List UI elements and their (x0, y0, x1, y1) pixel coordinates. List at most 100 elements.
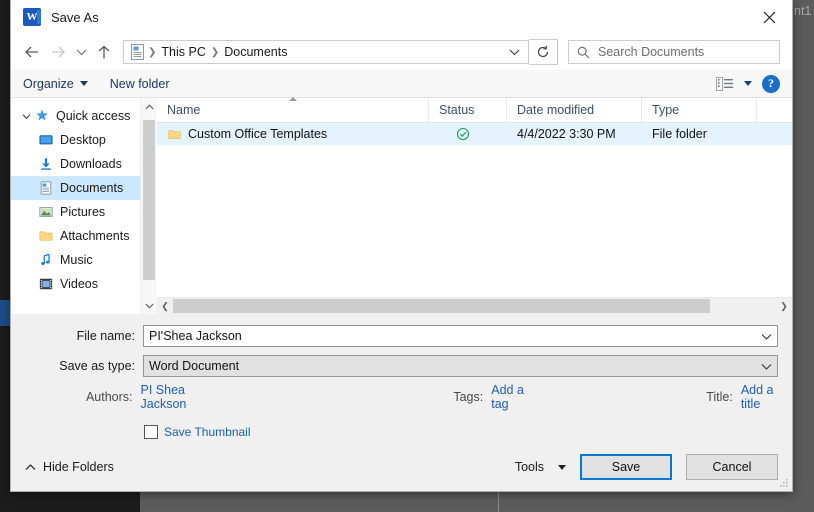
save-as-type-value: Word Document (149, 359, 239, 373)
type-cell: File folder (642, 127, 757, 141)
recent-locations-chevron-icon[interactable] (71, 39, 91, 65)
tools-button[interactable]: Tools (501, 460, 580, 474)
scroll-up-arrow-icon[interactable] (141, 98, 157, 115)
command-bar: Organize New folder ? (11, 70, 792, 98)
background-divider (498, 492, 499, 512)
search-input[interactable]: Search Documents (568, 40, 780, 64)
metadata-row: Authors: PI Shea Jackson Tags: Add a tag… (11, 384, 792, 410)
tags-value[interactable]: Add a tag (491, 383, 540, 411)
available-offline-check-icon (455, 127, 471, 141)
breadcrumb-documents[interactable]: Documents (220, 45, 291, 59)
navigation-bar: ❯ This PC ❯ Documents Search Documents (11, 34, 792, 70)
column-header-status[interactable]: Status (429, 98, 507, 122)
hscroll-thumb[interactable] (173, 299, 710, 313)
column-header-name[interactable]: Name (157, 98, 429, 122)
sidebar-scrollbar[interactable] (140, 98, 157, 314)
table-row[interactable]: Custom Office Templates 4/4/2022 3:30 PMF… (157, 123, 792, 145)
hscroll-track[interactable] (173, 298, 776, 314)
refresh-icon[interactable] (529, 39, 558, 65)
sidebar-item-videos[interactable]: Videos (11, 272, 157, 296)
scroll-right-arrow-icon[interactable]: ❯ (776, 301, 792, 312)
hide-folders-button[interactable]: Hide Folders (25, 460, 114, 474)
file-name-label: File name: (11, 329, 143, 343)
sidebar-item-desktop[interactable]: Desktop (11, 128, 157, 152)
address-dropdown-chevron-down-icon[interactable] (502, 41, 526, 63)
save-button[interactable]: Save (580, 454, 672, 480)
save-form: File name: PI'Shea Jackson Save as type:… (11, 314, 792, 446)
hide-folders-label: Hide Folders (43, 460, 114, 474)
title-label: Title: (706, 390, 733, 404)
file-name-chevron-down-icon[interactable] (755, 326, 777, 346)
file-list: NameStatusDate modifiedType Custom Offic… (157, 98, 792, 314)
cancel-label: Cancel (713, 460, 752, 474)
tags-label: Tags: (453, 390, 483, 404)
sidebar-item-music[interactable]: Music (11, 248, 157, 272)
new-folder-button[interactable]: New folder (110, 77, 170, 91)
navigation-sidebar: Quick access DesktopDownloads Documents Pic… (11, 98, 157, 314)
sort-ascending-icon (289, 97, 297, 101)
save-as-dialog: W Save As ❯ This PC (10, 0, 793, 492)
date-modified-cell: 4/4/2022 3:30 PM (507, 127, 642, 141)
file-name-cell[interactable]: Custom Office Templates (157, 127, 429, 141)
save-thumbnail-checkbox[interactable] (144, 425, 158, 439)
tools-label: Tools (515, 460, 544, 474)
address-bar[interactable]: ❯ This PC ❯ Documents (123, 40, 529, 64)
background-document-title: nt1 (794, 4, 814, 18)
scroll-down-arrow-icon[interactable] (141, 297, 157, 314)
file-name-row: File name: PI'Shea Jackson (11, 324, 792, 348)
folder-icon (38, 229, 54, 243)
help-button[interactable]: ? (762, 75, 780, 93)
save-as-type-label: Save as type: (11, 359, 143, 373)
sidebar-item-label: Attachments (60, 229, 129, 243)
videos-film-icon (38, 277, 54, 291)
sidebar-item-quick-access[interactable]: Quick access (11, 104, 157, 128)
up-arrow-icon[interactable] (91, 39, 117, 65)
authors-value[interactable]: PI Shea Jackson (141, 383, 227, 411)
column-headers: NameStatusDate modifiedType (157, 98, 792, 123)
file-name-input[interactable]: PI'Shea Jackson (143, 325, 778, 347)
save-thumbnail-label[interactable]: Save Thumbnail (164, 425, 251, 439)
music-note-icon (38, 253, 54, 267)
resize-grip-icon[interactable] (779, 478, 789, 488)
scroll-left-arrow-icon[interactable]: ❮ (157, 301, 173, 312)
cancel-button[interactable]: Cancel (686, 454, 778, 480)
dialog-title-bar: W Save As (11, 0, 792, 34)
breadcrumb-separator: ❯ (147, 47, 157, 58)
new-folder-label: New folder (110, 77, 170, 91)
file-list-horizontal-scrollbar[interactable]: ❮ ❯ (157, 297, 792, 314)
breadcrumb-separator: ❯ (210, 47, 220, 58)
view-dropdown-chevron-down-icon[interactable] (744, 81, 752, 86)
pictures-icon (38, 205, 54, 219)
view-options-icon[interactable] (716, 77, 734, 91)
documents-folder-icon (130, 44, 145, 60)
title-value[interactable]: Add a title (741, 383, 792, 411)
column-header-type[interactable]: Type (642, 98, 757, 122)
dialog-title: Save As (51, 10, 99, 25)
tools-chevron-down-icon (558, 465, 566, 470)
chevron-down-icon (80, 81, 88, 86)
downloads-icon (38, 157, 54, 171)
organize-label: Organize (23, 77, 74, 91)
sidebar-item-downloads[interactable]: Downloads (11, 152, 157, 176)
documents-icon (38, 181, 54, 195)
save-as-type-select[interactable]: Word Document (143, 355, 778, 377)
pictures-icon (37, 204, 55, 220)
sidebar-scroll-thumb[interactable] (143, 120, 155, 280)
sidebar-item-label: Documents (60, 181, 123, 195)
authors-label: Authors: (86, 390, 133, 404)
quick-access-star-icon (34, 109, 50, 123)
organize-button[interactable]: Organize (23, 77, 88, 91)
sidebar-item-label: Quick access (56, 109, 130, 123)
save-as-type-chevron-down-icon[interactable] (755, 356, 777, 376)
desktop-icon (37, 132, 55, 148)
expander-chevron-down-icon[interactable] (19, 113, 33, 120)
save-label: Save (612, 460, 641, 474)
sidebar-item-pictures[interactable]: Pictures (11, 200, 157, 224)
breadcrumb-this-pc[interactable]: This PC (157, 45, 209, 59)
back-arrow-icon[interactable] (19, 39, 45, 65)
close-icon[interactable] (747, 0, 792, 34)
status-cell (429, 127, 507, 141)
sidebar-item-attachments[interactable]: Attachments (11, 224, 157, 248)
column-header-date-modified[interactable]: Date modified (507, 98, 642, 122)
sidebar-item-documents[interactable]: Documents (11, 176, 157, 200)
